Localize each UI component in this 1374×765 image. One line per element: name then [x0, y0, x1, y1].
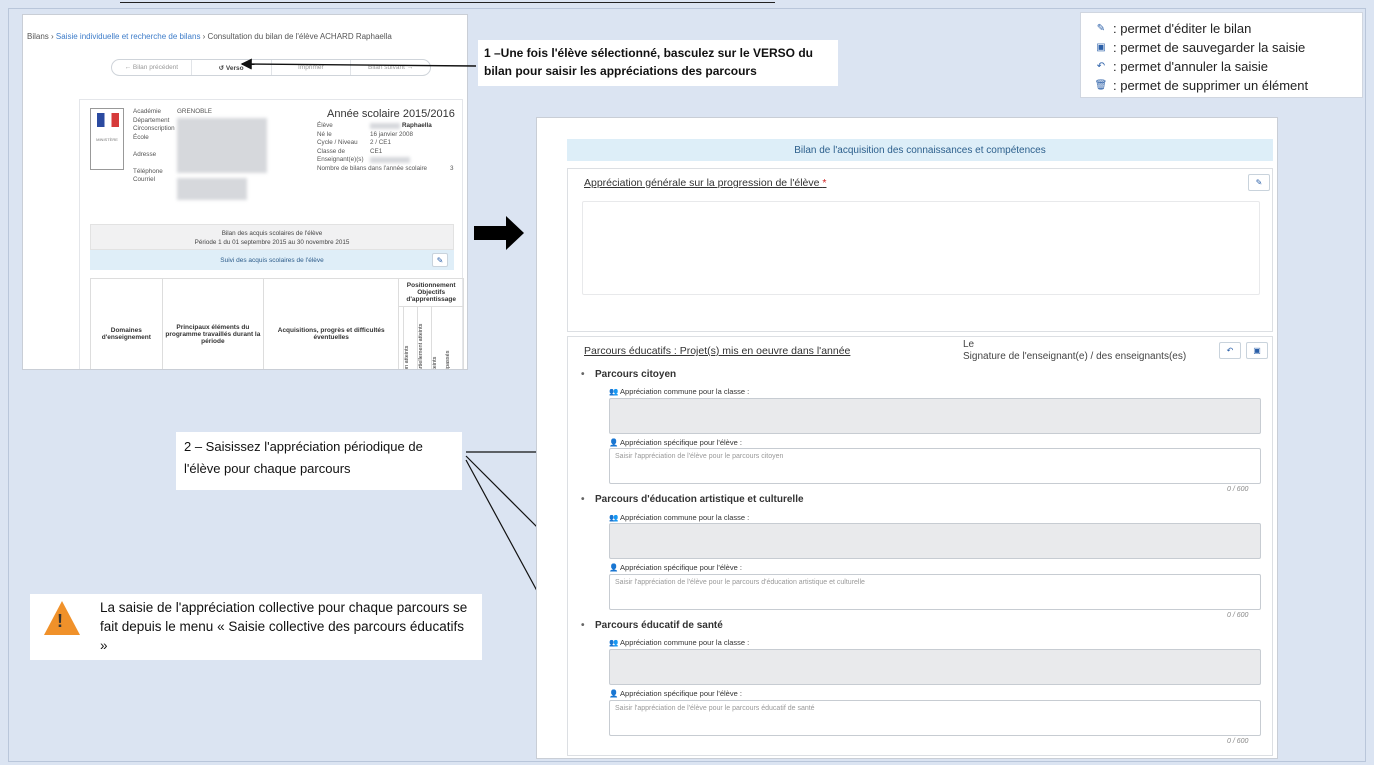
flag-icon [97, 113, 119, 127]
parcours-title: Parcours éducatifs : Projet(s) mis en oe… [584, 345, 851, 357]
parcours-sante-title: Parcours éducatif de santé [581, 620, 723, 631]
top-rule [120, 2, 775, 3]
suivi-header: Suivi des acquis scolaires de l'élève [90, 250, 454, 270]
student-name: Raphaella [402, 122, 432, 129]
level-headers: Non atteints Partiellement atteints Atte… [403, 307, 459, 370]
verso-button[interactable]: ↺ Verso [192, 60, 272, 75]
callout-verso: 1 –Une fois l'élève sélectionné, bascule… [478, 40, 838, 86]
breadcrumb: Bilans › Saisie individuelle et recherch… [27, 32, 392, 41]
bilan-recto-screenshot: Bilans › Saisie individuelle et recherch… [22, 14, 468, 370]
common-label: 👥 Appréciation commune pour la classe : [609, 638, 750, 647]
redacted-teacher [370, 157, 410, 163]
char-counter: 0 / 600 [1227, 738, 1249, 745]
summary-title: Bilan des acquis scolaires de l'élève [221, 230, 323, 237]
trash-icon: 🗑 [1094, 80, 1108, 91]
breadcrumb-link[interactable]: Saisie individuelle et recherche de bila… [56, 32, 201, 41]
col-elements: Principaux éléments du programme travail… [163, 279, 265, 369]
common-label: 👥 Appréciation commune pour la classe : [609, 513, 750, 522]
level-partiellement: Partiellement atteints [417, 307, 432, 369]
appreciation-textarea[interactable] [582, 201, 1260, 295]
ministry-logo: MINISTÈRE [90, 108, 124, 170]
legend-row-edit: ✎ : permet d'éditer le bilan [1089, 19, 1354, 38]
breadcrumb-root[interactable]: Bilans [27, 32, 49, 41]
bilan-nav-bar: ← Bilan précédent ↺ Verso Imprimer Bilan… [111, 59, 431, 76]
legend-row-delete: 🗑 : permet de supprimer un élément [1089, 76, 1354, 95]
col-acquisitions: Acquisitions, progrès et difficultés éve… [264, 279, 400, 369]
specific-appreciation-artistique[interactable]: Saisir l'appréciation de l'élève pour le… [609, 574, 1261, 610]
redacted-contact [177, 178, 247, 200]
bilan-sheet: MINISTÈRE Académie Département Circonscr… [79, 99, 464, 370]
school-labels: Académie Département Circonscription Éco… [133, 108, 175, 183]
pencil-icon: ✎ [1096, 23, 1106, 34]
parcours-artistique-title: Parcours d'éducation artistique et cultu… [581, 494, 804, 505]
appreciation-section: Appréciation générale sur la progression… [567, 168, 1273, 362]
specific-appreciation-citoyen[interactable]: Saisir l'appréciation de l'élève pour le… [609, 448, 1261, 484]
callout-collective: ! La saisie de l'appréciation collective… [30, 594, 482, 660]
redacted-school [177, 118, 267, 173]
redacted-name [370, 123, 400, 129]
callout-saisie: 2 – Saisissez l'appréciation périodique … [176, 432, 462, 490]
undo-icon: ↶ [1096, 61, 1106, 72]
legend-row-undo: ↶ : permet d'annuler la saisie [1089, 57, 1354, 76]
period-summary: Bilan des acquis scolaires de l'élève Pé… [90, 224, 454, 250]
next-bilan-button[interactable]: Bilan suivant → [351, 60, 430, 75]
common-label: 👥 Appréciation commune pour la classe : [609, 387, 750, 396]
legend-text: : permet de supprimer un élément [1113, 78, 1309, 93]
parcours-citoyen-title: Parcours citoyen [581, 369, 676, 380]
user-icon: 👤 [609, 563, 619, 572]
summary-period: Période 1 du 01 septembre 2015 au 30 nov… [194, 239, 350, 246]
group-icon: 👥 [609, 513, 619, 522]
group-icon: 👥 [609, 387, 619, 396]
legend-text: : permet de sauvegarder la saisie [1113, 40, 1306, 55]
bilan-count: 3 [450, 164, 454, 172]
specific-appreciation-sante[interactable]: Saisir l'appréciation de l'élève pour le… [609, 700, 1261, 736]
user-icon: 👤 [609, 689, 619, 698]
icon-legend: ✎ : permet d'éditer le bilan ▣ : permet de… [1080, 12, 1363, 98]
legend-row-save: ▣ : permet de sauvegarder la saisie [1089, 38, 1354, 57]
specific-label: 👤 Appréciation spécifique pour l'élève : [609, 563, 742, 572]
specific-label: 👤 Appréciation spécifique pour l'élève : [609, 438, 742, 447]
save-icon: ▣ [1096, 42, 1106, 53]
group-icon: 👥 [609, 638, 619, 647]
student-values: 16 janvier 2008 2 / CE1 CE1 [370, 130, 414, 155]
edit-bilan-button[interactable]: ✎ [432, 253, 448, 267]
common-appreciation-citoyen [609, 398, 1261, 434]
breadcrumb-current: Consultation du bilan de l'élève ACHARD … [207, 32, 392, 41]
acquis-table: Domaines d'enseignement Principaux éléme… [90, 278, 464, 370]
warning-mark: ! [57, 611, 63, 631]
callout-collective-text: La saisie de l'appréciation collective p… [100, 600, 468, 653]
legend-text: : permet d'éditer le bilan [1113, 21, 1252, 36]
school-year: Année scolaire 2015/2016 [327, 108, 455, 120]
undo-button[interactable]: ↶ [1219, 342, 1241, 359]
char-counter: 0 / 600 [1227, 612, 1249, 619]
level-depasses: Dépassés [445, 350, 452, 370]
legend-text: : permet d'annuler la saisie [1113, 59, 1268, 74]
appreciation-title: Appréciation générale sur la progression… [584, 177, 827, 189]
char-counter: 0 / 600 [1227, 486, 1249, 493]
positionnement-header: Positionnement Objectifs d'apprentissage [399, 279, 463, 307]
user-icon: 👤 [609, 438, 619, 447]
level-non-atteints: Non atteints [403, 307, 418, 369]
common-appreciation-sante [609, 649, 1261, 685]
print-button[interactable]: Imprimer [272, 60, 352, 75]
col-positionnement: Positionnement Objectifs d'apprentissage… [399, 279, 463, 370]
col-domaines: Domaines d'enseignement [91, 279, 163, 369]
academie-value: GRENOBLE [177, 108, 212, 115]
specific-label: 👤 Appréciation spécifique pour l'élève : [609, 689, 742, 698]
bilan-header: Bilan de l'acquisition des connaissances… [567, 139, 1273, 161]
edit-appreciation-button[interactable]: ✎ [1248, 174, 1270, 191]
prev-bilan-button[interactable]: ← Bilan précédent [112, 60, 192, 75]
bilan-verso-screenshot: Bilan de l'acquisition des connaissances… [536, 117, 1278, 759]
save-button[interactable]: ▣ [1246, 342, 1268, 359]
level-atteints: Atteints [431, 307, 446, 369]
common-appreciation-artistique [609, 523, 1261, 559]
